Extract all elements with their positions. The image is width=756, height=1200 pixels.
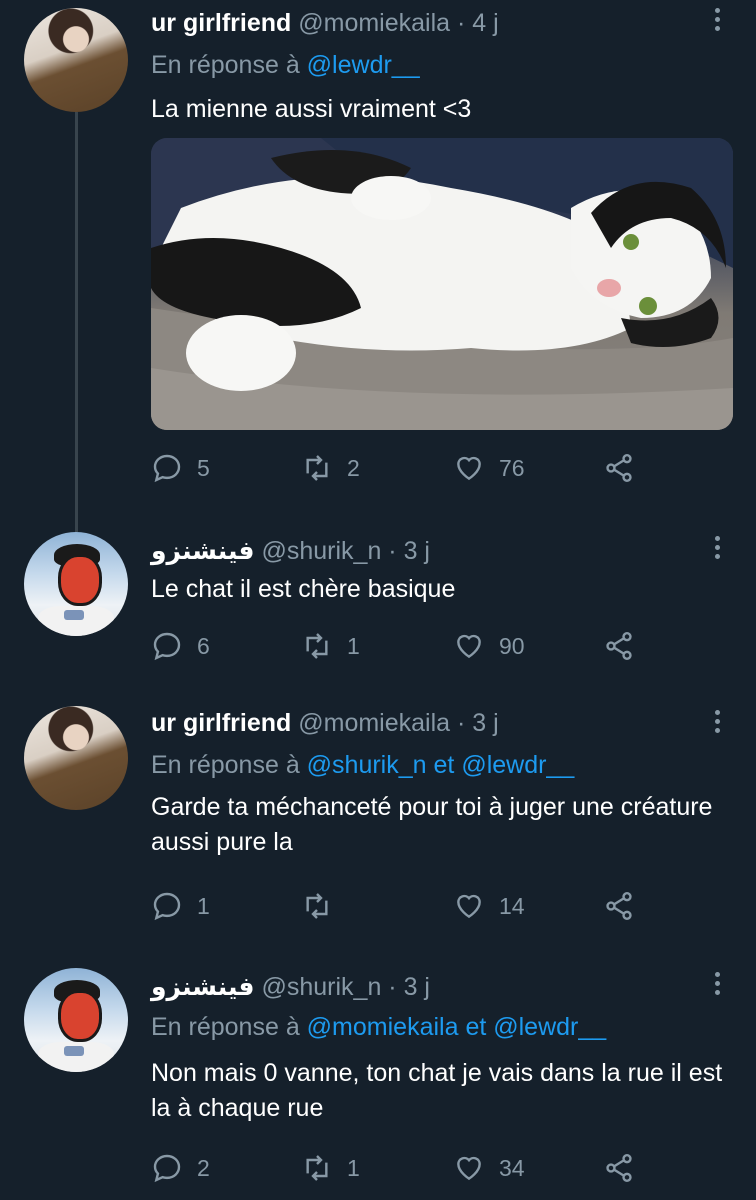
tweet[interactable]: فينشنزو @shurik_n · 3 j Le chat il est c… xyxy=(0,520,756,690)
more-vertical-icon[interactable] xyxy=(714,8,720,34)
reply-button[interactable]: 2 xyxy=(151,1148,210,1188)
replying-and: et xyxy=(433,751,455,779)
reply-button[interactable]: 6 xyxy=(151,626,210,666)
retweet-count: 1 xyxy=(347,1154,360,1181)
mention-link[interactable]: @lewdr__ xyxy=(461,751,574,779)
tweet-actions: 6 1 90 xyxy=(151,626,651,666)
timestamp[interactable]: 3 j xyxy=(404,973,430,1001)
replying-to: En réponse à @momiekaila et @lewdr__ xyxy=(151,1012,606,1042)
share-icon xyxy=(606,1154,632,1182)
like-button[interactable]: 34 xyxy=(453,1148,525,1188)
share-button[interactable] xyxy=(603,886,649,926)
mention-link[interactable]: @shurik_n xyxy=(307,751,427,779)
share-icon xyxy=(606,892,632,920)
separator-dot: · xyxy=(457,9,466,37)
tweet-text: Non mais 0 vanne, ton chat je vais dans … xyxy=(151,1059,723,1122)
tweet-actions: 2 1 34 xyxy=(151,1148,651,1188)
heart-icon xyxy=(457,894,481,919)
tweet-text: Le chat il est chère basique xyxy=(151,575,456,603)
reply-icon xyxy=(153,892,181,921)
replying-and: et xyxy=(465,1013,487,1041)
retweet-count: 1 xyxy=(347,632,360,659)
like-count: 90 xyxy=(499,632,525,659)
more-vertical-icon[interactable] xyxy=(714,972,720,998)
user-handle[interactable]: @shurik_n xyxy=(261,537,381,565)
retweet-count: 2 xyxy=(347,454,360,481)
heart-icon xyxy=(457,1156,481,1181)
share-button[interactable] xyxy=(603,626,649,666)
replying-prefix: En réponse à xyxy=(151,51,300,79)
display-name[interactable]: فينشنزو xyxy=(151,973,255,1001)
retweet-button[interactable]: 2 xyxy=(301,448,360,488)
timestamp[interactable]: 3 j xyxy=(472,709,498,737)
reply-button[interactable]: 1 xyxy=(151,886,210,926)
tweet-header: فينشنزو @shurik_n · 3 j xyxy=(151,972,430,1002)
tweet-header: ur girlfriend @momiekaila · 3 j xyxy=(151,708,499,738)
avatar[interactable] xyxy=(24,8,128,112)
tweet-header: فينشنزو @shurik_n · 3 j xyxy=(151,536,430,566)
reply-icon xyxy=(153,1154,181,1183)
display-name[interactable]: فينشنزو xyxy=(151,537,255,565)
tweet-actions: 5 2 76 xyxy=(151,448,651,488)
more-vertical-icon[interactable] xyxy=(714,536,720,562)
tweet-actions: 1 14 xyxy=(151,886,651,926)
cat-photo[interactable] xyxy=(151,138,733,430)
avatar[interactable] xyxy=(24,968,128,1072)
like-count: 34 xyxy=(499,1154,525,1181)
user-handle[interactable]: @momiekaila xyxy=(298,709,450,737)
like-button[interactable]: 76 xyxy=(453,448,525,488)
replying-to: En réponse à @shurik_n et @lewdr__ xyxy=(151,750,574,780)
separator-dot: · xyxy=(388,973,397,1001)
retweet-icon xyxy=(306,1155,328,1181)
share-icon xyxy=(606,632,632,660)
like-count: 14 xyxy=(499,892,525,919)
reply-count: 1 xyxy=(197,892,210,919)
display-name[interactable]: ur girlfriend xyxy=(151,9,291,37)
display-name[interactable]: ur girlfriend xyxy=(151,709,291,737)
avatar[interactable] xyxy=(24,706,128,810)
retweet-button[interactable]: 1 xyxy=(301,626,360,666)
tweet[interactable]: فينشنزو @shurik_n · 3 j En réponse à @mo… xyxy=(0,950,756,1200)
tweet-text: Garde ta méchanceté pour toi à juger une… xyxy=(151,793,713,856)
replying-to: En réponse à @lewdr__ xyxy=(151,50,420,80)
tweet-header: ur girlfriend @momiekaila · 4 j xyxy=(151,8,499,38)
timestamp[interactable]: 3 j xyxy=(404,537,430,565)
heart-icon xyxy=(457,634,481,659)
reply-button[interactable]: 5 xyxy=(151,448,210,488)
retweet-button[interactable]: 1 xyxy=(301,1148,360,1188)
cat-photo-illustration xyxy=(151,138,733,430)
separator-dot: · xyxy=(388,537,397,565)
like-button[interactable]: 14 xyxy=(453,886,525,926)
retweet-icon xyxy=(306,455,328,481)
separator-dot: · xyxy=(457,709,466,737)
user-handle[interactable]: @shurik_n xyxy=(261,973,381,1001)
share-button[interactable] xyxy=(603,448,649,488)
retweet-icon xyxy=(306,633,328,659)
reply-icon xyxy=(153,454,181,483)
mention-link[interactable]: @lewdr__ xyxy=(493,1013,606,1041)
reply-count: 6 xyxy=(197,632,210,659)
like-count: 76 xyxy=(499,454,525,481)
retweet-icon xyxy=(306,893,328,919)
timestamp[interactable]: 4 j xyxy=(472,9,498,37)
replying-prefix: En réponse à xyxy=(151,1013,300,1041)
tweet[interactable]: ur girlfriend @momiekaila · 3 j En répon… xyxy=(0,690,756,950)
share-button[interactable] xyxy=(603,1148,649,1188)
like-button[interactable]: 90 xyxy=(453,626,525,666)
avatar[interactable] xyxy=(24,532,128,636)
tweet-text: La mienne aussi vraiment <3 xyxy=(151,95,472,123)
share-icon xyxy=(606,454,632,482)
retweet-button[interactable] xyxy=(301,886,347,926)
mention-link[interactable]: @lewdr__ xyxy=(307,51,420,79)
heart-icon xyxy=(457,456,481,481)
user-handle[interactable]: @momiekaila xyxy=(298,9,450,37)
reply-icon xyxy=(153,632,181,661)
reply-count: 2 xyxy=(197,1154,210,1181)
reply-count: 5 xyxy=(197,454,210,481)
tweet[interactable]: ur girlfriend @momiekaila · 4 j En répon… xyxy=(0,0,756,520)
replying-prefix: En réponse à xyxy=(151,751,300,779)
mention-link[interactable]: @momiekaila xyxy=(307,1013,459,1041)
more-vertical-icon[interactable] xyxy=(714,710,720,736)
